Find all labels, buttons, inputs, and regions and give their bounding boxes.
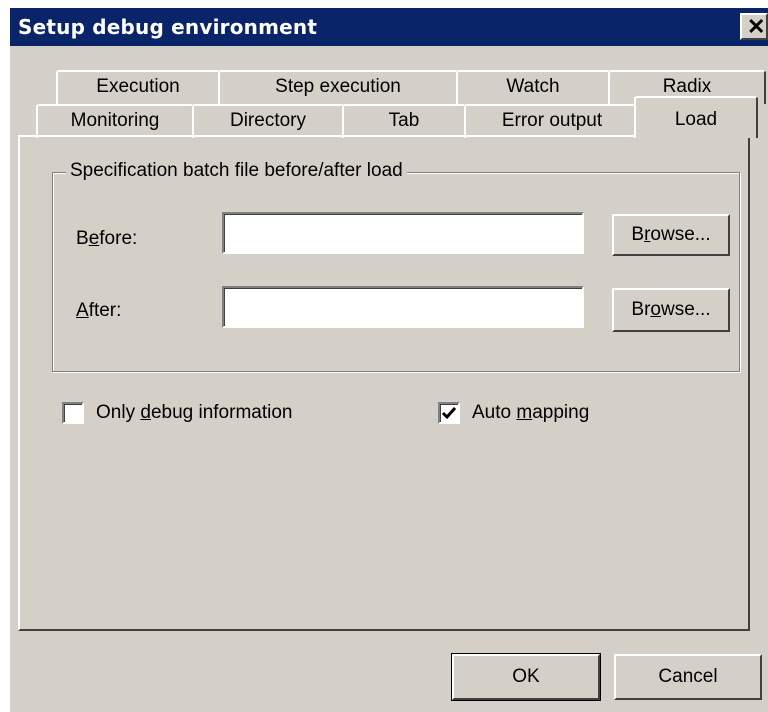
tab-load[interactable]: Load — [634, 96, 758, 138]
checkmark-icon — [441, 407, 457, 420]
browse-before-button[interactable]: Browse... — [612, 214, 730, 256]
group-title: Specification batch file before/after lo… — [66, 160, 407, 182]
tab-label: Monitoring — [70, 110, 160, 131]
ok-button[interactable]: OK — [451, 653, 601, 701]
close-button[interactable]: ✕ — [740, 13, 768, 40]
tab-watch[interactable]: Watch — [456, 70, 610, 104]
tab-label: Step execution — [275, 76, 401, 97]
tab-label: Load — [674, 109, 718, 130]
auto-mapping-checkbox[interactable] — [438, 402, 460, 424]
before-label: Before: — [76, 228, 138, 249]
tab-label: Directory — [229, 110, 306, 131]
tab-label: Execution — [96, 76, 180, 97]
tab-label: Radix — [662, 76, 712, 97]
tab-error-output[interactable]: Error output — [464, 104, 640, 138]
title-bar: Setup debug environment ✕ — [10, 8, 768, 46]
cancel-button[interactable]: Cancel — [614, 654, 762, 700]
auto-mapping-label[interactable]: Auto mapping — [472, 402, 589, 424]
tab-monitoring[interactable]: Monitoring — [36, 104, 194, 138]
browse-after-button[interactable]: Browse... — [612, 288, 730, 332]
tab-label: Tab — [388, 110, 420, 131]
tab-tab[interactable]: Tab — [342, 104, 466, 138]
tab-label: Watch — [506, 76, 560, 97]
tab-label: Error output — [501, 110, 603, 131]
close-icon: ✕ — [747, 14, 766, 39]
tab-directory[interactable]: Directory — [192, 104, 344, 138]
batch-file-group — [52, 172, 740, 372]
window-title: Setup debug environment — [18, 15, 318, 39]
tab-step-execution[interactable]: Step execution — [218, 70, 458, 104]
tab-execution[interactable]: Execution — [56, 70, 220, 104]
only-debug-checkbox[interactable] — [62, 402, 84, 424]
only-debug-label[interactable]: Only debug information — [96, 402, 292, 424]
after-label: After: — [76, 300, 122, 321]
before-input[interactable] — [222, 212, 584, 254]
after-input[interactable] — [222, 286, 584, 328]
